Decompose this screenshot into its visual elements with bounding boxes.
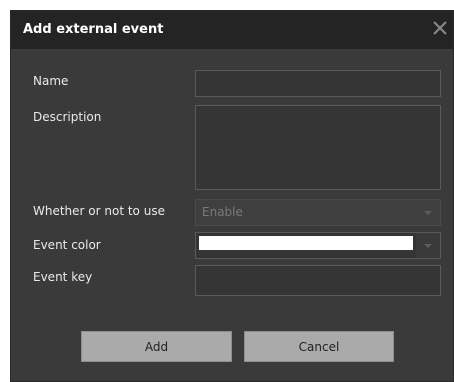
name-field-box [195, 70, 441, 97]
add-button[interactable]: Add [81, 331, 232, 362]
dialog-title: Add external event [23, 22, 164, 37]
event-key-label: Event key [33, 270, 93, 284]
description-textarea[interactable] [196, 106, 440, 189]
use-select-value: Enable [202, 205, 243, 219]
event-key-field-box [195, 265, 441, 296]
chevron-down-icon [424, 244, 432, 248]
dialog-titlebar: Add external event [11, 11, 453, 49]
name-label: Name [33, 74, 69, 88]
description-label: Description [33, 110, 102, 124]
cancel-button[interactable]: Cancel [244, 331, 394, 362]
event-color-picker[interactable] [195, 232, 441, 259]
add-external-event-dialog: Add external event Name Description Whet… [10, 10, 454, 382]
close-icon[interactable] [429, 17, 451, 39]
name-input[interactable] [196, 71, 440, 96]
event-color-dropdown-area[interactable] [416, 233, 440, 258]
event-color-label: Event color [33, 238, 101, 252]
use-select[interactable]: Enable [195, 199, 441, 226]
event-color-swatch [199, 236, 413, 250]
chevron-down-icon [424, 211, 432, 215]
use-label: Whether or not to use [33, 204, 165, 218]
event-key-input[interactable] [196, 266, 440, 295]
description-field-box [195, 105, 441, 190]
